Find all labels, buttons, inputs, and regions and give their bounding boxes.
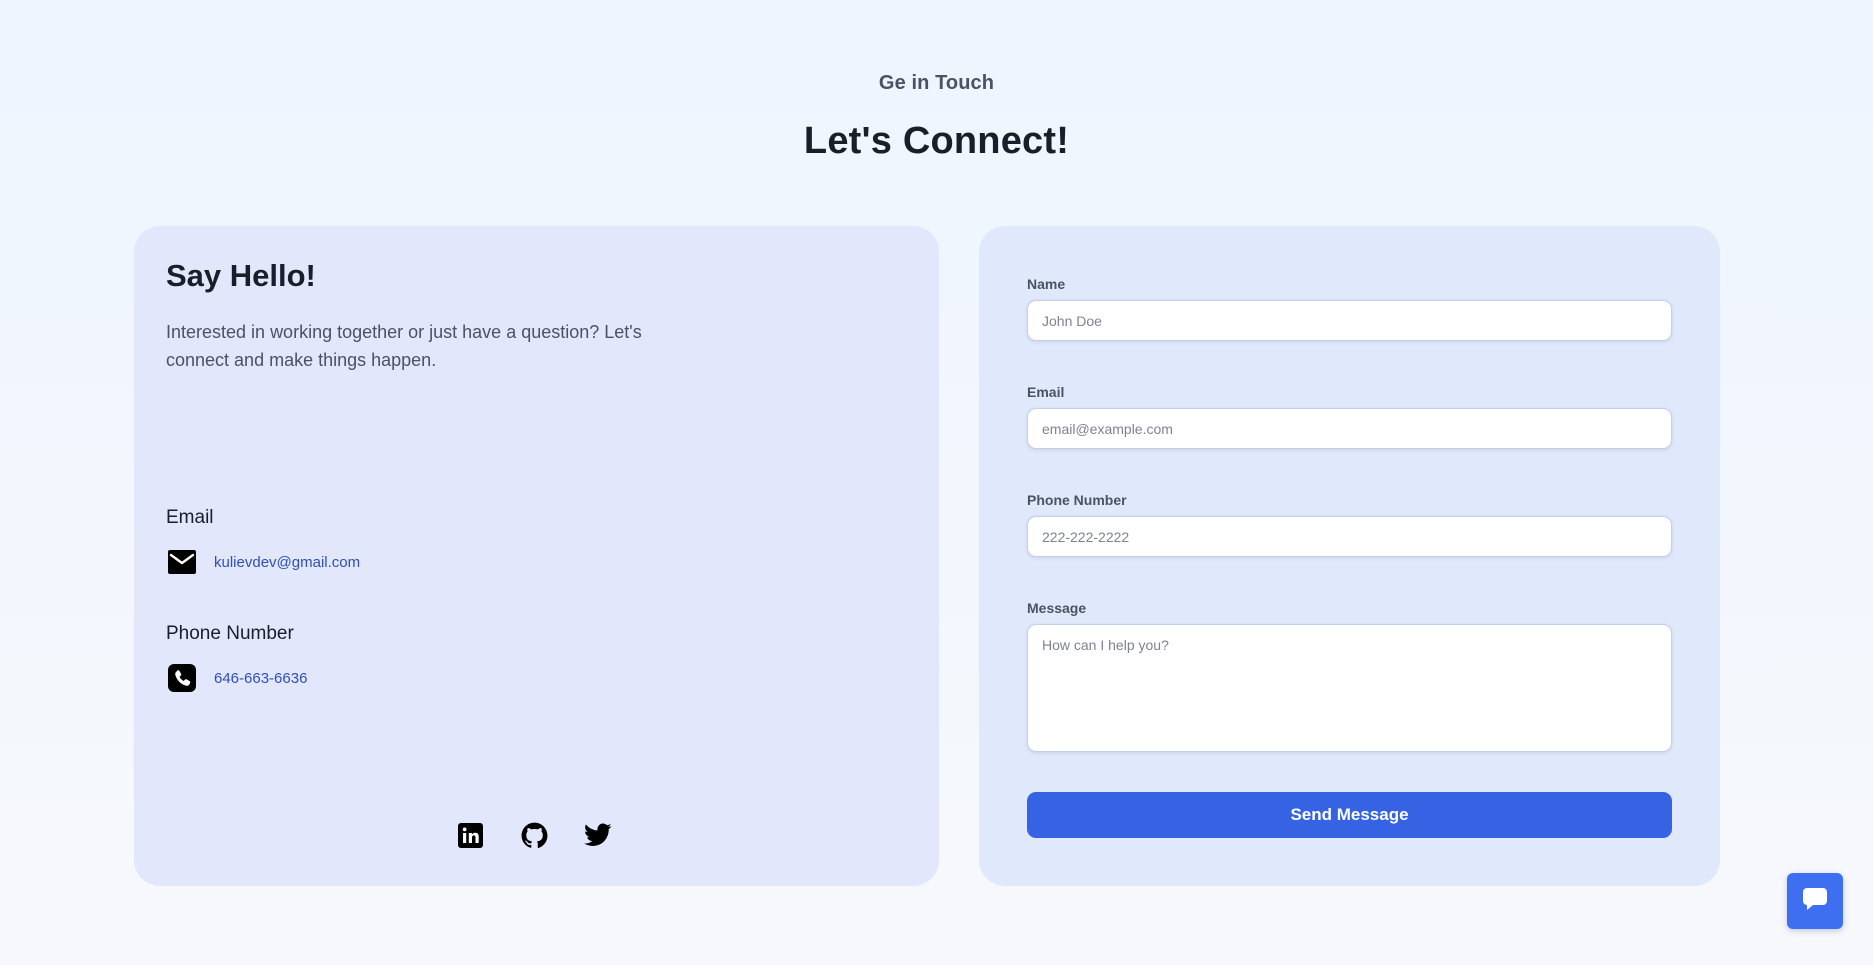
twitter-icon[interactable] [584, 821, 612, 849]
message-label: Message [1027, 600, 1087, 616]
contact-form-card: Name Email Phone Number Message Send Mes… [979, 226, 1720, 886]
phone-link[interactable]: 646-663-6636 [214, 670, 307, 687]
phone-input[interactable] [1027, 516, 1672, 557]
phone-icon [166, 662, 198, 694]
chat-widget-button[interactable] [1787, 873, 1843, 929]
section-eyebrow: Ge in Touch [878, 72, 995, 94]
email-input[interactable] [1027, 408, 1672, 449]
github-icon[interactable] [520, 821, 548, 849]
social-links [456, 821, 612, 849]
contact-info-card: Say Hello! Interested in working togethe… [134, 226, 939, 886]
chat-bubble-icon [1802, 887, 1828, 916]
phone-label: Phone Number [166, 623, 294, 644]
message-textarea[interactable] [1027, 624, 1672, 752]
name-input[interactable] [1027, 300, 1672, 341]
contact-intro-text: Interested in working together or just h… [166, 322, 642, 370]
name-label: Name [1027, 276, 1066, 292]
page-title: Let's Connect! [803, 120, 1070, 162]
mail-icon [166, 546, 198, 578]
send-message-button[interactable]: Send Message [1027, 792, 1672, 838]
linkedin-icon[interactable] [456, 821, 484, 849]
email-row: kulievdev@gmail.com [166, 546, 360, 578]
email-link[interactable]: kulievdev@gmail.com [214, 554, 360, 571]
email-label: Email [166, 507, 214, 528]
phone-field-label: Phone Number [1027, 492, 1127, 508]
contact-heading: Say Hello! [166, 258, 316, 293]
phone-row: 646-663-6636 [166, 662, 307, 694]
email-field-label: Email [1027, 384, 1065, 400]
